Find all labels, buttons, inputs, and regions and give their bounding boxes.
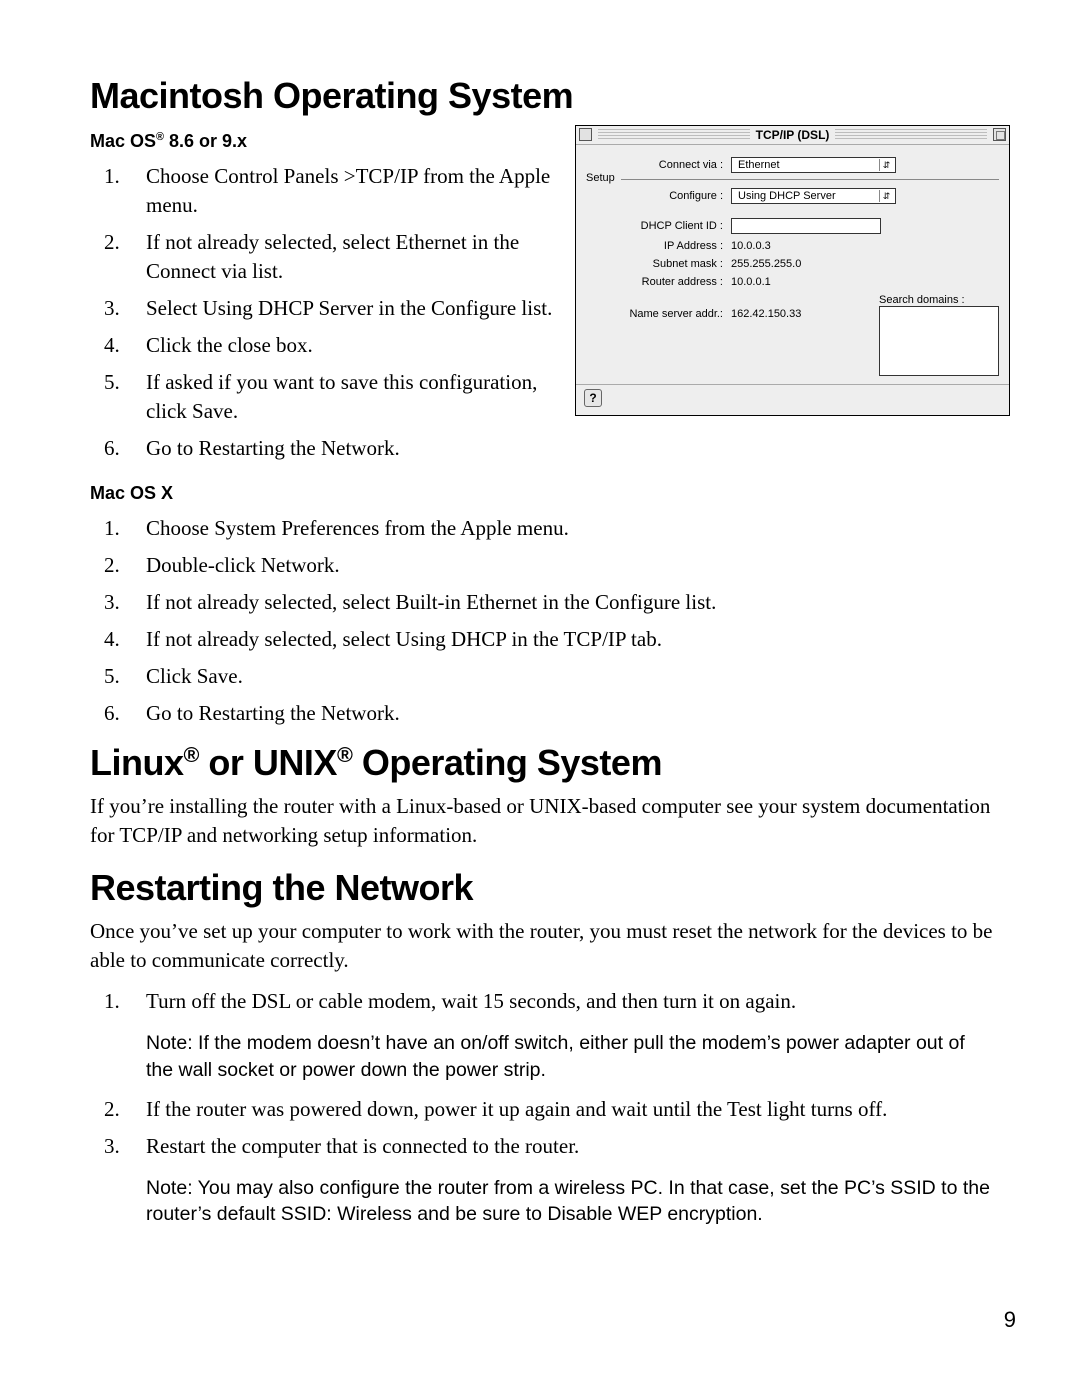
zoom-icon[interactable] <box>993 128 1006 141</box>
step-number: 4. <box>90 331 146 360</box>
setup-fieldset: Setup Configure : Using DHCP Server ⇵ DH… <box>586 179 999 376</box>
linux-body-text: If you’re installing the router with a L… <box>90 792 1010 850</box>
label: Operating System <box>352 742 662 783</box>
note-wireless: Note: You may also configure the router … <box>146 1175 996 1228</box>
tcpip-dialog: TCP/IP (DSL) Connect via : Ethernet ⇵ Se… <box>575 125 1010 416</box>
step-text: Restart the computer that is connected t… <box>146 1132 1010 1161</box>
label: or UNIX <box>199 742 337 783</box>
step-text: Double-click Network. <box>146 551 1010 580</box>
dialog-body: Connect via : Ethernet ⇵ Setup Configure… <box>576 145 1009 415</box>
label: 8.6 or 9.x <box>164 131 247 151</box>
step-text: If not already selected, select Using DH… <box>146 625 1010 654</box>
page-number: 9 <box>1004 1307 1016 1333</box>
list-item: 1.Choose Control Panels >TCP/IP from the… <box>90 162 563 220</box>
step-text: Select Using DHCP Server in the Configur… <box>146 294 563 323</box>
list-item: 5.Click Save. <box>90 662 1010 691</box>
name-server-label: Name server addr.: <box>586 308 731 320</box>
list-item: 2.If not already selected, select Ethern… <box>90 228 563 286</box>
list-item: 6.Go to Restarting the Network. <box>90 699 1010 728</box>
subnet-mask-value: 255.255.255.0 <box>731 258 801 270</box>
configure-label: Configure : <box>586 190 731 202</box>
step-number: 1. <box>90 987 146 1016</box>
connect-via-select[interactable]: Ethernet ⇵ <box>731 157 896 173</box>
router-address-label: Router address : <box>586 276 731 288</box>
select-value: Ethernet <box>738 159 780 171</box>
macosx-steps: 1.Choose System Preferences from the App… <box>90 514 1010 728</box>
step-number: 1. <box>90 162 146 220</box>
list-item: 1.Choose System Preferences from the App… <box>90 514 1010 543</box>
list-item: 2.Double-click Network. <box>90 551 1010 580</box>
divider <box>576 384 1009 385</box>
chevron-updown-icon: ⇵ <box>879 190 893 202</box>
step-number: 2. <box>90 1095 146 1124</box>
chevron-updown-icon: ⇵ <box>879 159 893 171</box>
step-text: Click the close box. <box>146 331 563 360</box>
ip-address-value: 10.0.0.3 <box>731 240 771 252</box>
heading-restart: Restarting the Network <box>90 867 1010 909</box>
macos8-steps: 1.Choose Control Panels >TCP/IP from the… <box>90 162 563 463</box>
list-item: 3.Select Using DHCP Server in the Config… <box>90 294 563 323</box>
dialog-titlebar: TCP/IP (DSL) <box>576 126 1009 145</box>
subheading-macos8: Mac OS® 8.6 or 9.x <box>90 131 563 152</box>
step-number: 4. <box>90 625 146 654</box>
step-text: Choose Control Panels >TCP/IP from the A… <box>146 162 563 220</box>
list-item: 3.If not already selected, select Built-… <box>90 588 1010 617</box>
dhcp-client-input[interactable] <box>731 218 881 234</box>
label: Linux <box>90 742 184 783</box>
configure-select[interactable]: Using DHCP Server ⇵ <box>731 188 896 204</box>
restart-steps-cont: 2.If the router was powered down, power … <box>90 1095 1010 1161</box>
note-modem: Note: If the modem doesn’t have an on/of… <box>146 1030 966 1083</box>
dialog-title: TCP/IP (DSL) <box>750 128 836 142</box>
subheading-macosx: Mac OS X <box>90 483 1010 504</box>
step-number: 3. <box>90 588 146 617</box>
step-text: If not already selected, select Built-in… <box>146 588 1010 617</box>
select-value: Using DHCP Server <box>738 190 836 202</box>
step-number: 6. <box>90 699 146 728</box>
list-item: 5.If asked if you want to save this conf… <box>90 368 563 426</box>
step-number: 3. <box>90 294 146 323</box>
heading-macintosh: Macintosh Operating System <box>90 75 1010 117</box>
list-item: 4.If not already selected, select Using … <box>90 625 1010 654</box>
step-number: 2. <box>90 551 146 580</box>
step-text: Click Save. <box>146 662 1010 691</box>
subnet-mask-label: Subnet mask : <box>586 258 731 270</box>
ip-address-label: IP Address : <box>586 240 731 252</box>
reg-mark-icon: ® <box>184 742 199 767</box>
setup-label: Setup <box>586 172 621 184</box>
heading-linux-unix: Linux® or UNIX® Operating System <box>90 742 1010 784</box>
step-text: Go to Restarting the Network. <box>146 699 1010 728</box>
step-text: If not already selected, select Ethernet… <box>146 228 563 286</box>
name-server-value: 162.42.150.33 <box>731 308 801 320</box>
step-text: If asked if you want to save this config… <box>146 368 563 426</box>
close-icon[interactable] <box>579 128 592 141</box>
restart-steps: 1.Turn off the DSL or cable modem, wait … <box>90 987 1010 1016</box>
help-button[interactable]: ? <box>584 389 602 407</box>
list-item: 2.If the router was powered down, power … <box>90 1095 1010 1124</box>
search-domains-input[interactable] <box>879 306 999 376</box>
reg-mark-icon: ® <box>337 742 352 767</box>
dhcp-client-label: DHCP Client ID : <box>586 220 731 232</box>
connect-via-label: Connect via : <box>586 159 731 171</box>
step-text: Go to Restarting the Network. <box>146 434 563 463</box>
step-text: If the router was powered down, power it… <box>146 1095 1010 1124</box>
step-number: 5. <box>90 662 146 691</box>
step-number: 1. <box>90 514 146 543</box>
step-number: 5. <box>90 368 146 426</box>
step-text: Choose System Preferences from the Apple… <box>146 514 1010 543</box>
list-item: 6.Go to Restarting the Network. <box>90 434 563 463</box>
label: Mac OS <box>90 131 156 151</box>
step-text: Turn off the DSL or cable modem, wait 15… <box>146 987 1010 1016</box>
restart-body-text: Once you’ve set up your computer to work… <box>90 917 1010 975</box>
router-address-value: 10.0.0.1 <box>731 276 771 288</box>
step-number: 6. <box>90 434 146 463</box>
list-item: 4.Click the close box. <box>90 331 563 360</box>
step-number: 2. <box>90 228 146 286</box>
reg-mark-icon: ® <box>156 131 164 143</box>
list-item: 1.Turn off the DSL or cable modem, wait … <box>90 987 1010 1016</box>
step-number: 3. <box>90 1132 146 1161</box>
search-domains-label: Search domains : <box>879 294 999 306</box>
list-item: 3.Restart the computer that is connected… <box>90 1132 1010 1161</box>
